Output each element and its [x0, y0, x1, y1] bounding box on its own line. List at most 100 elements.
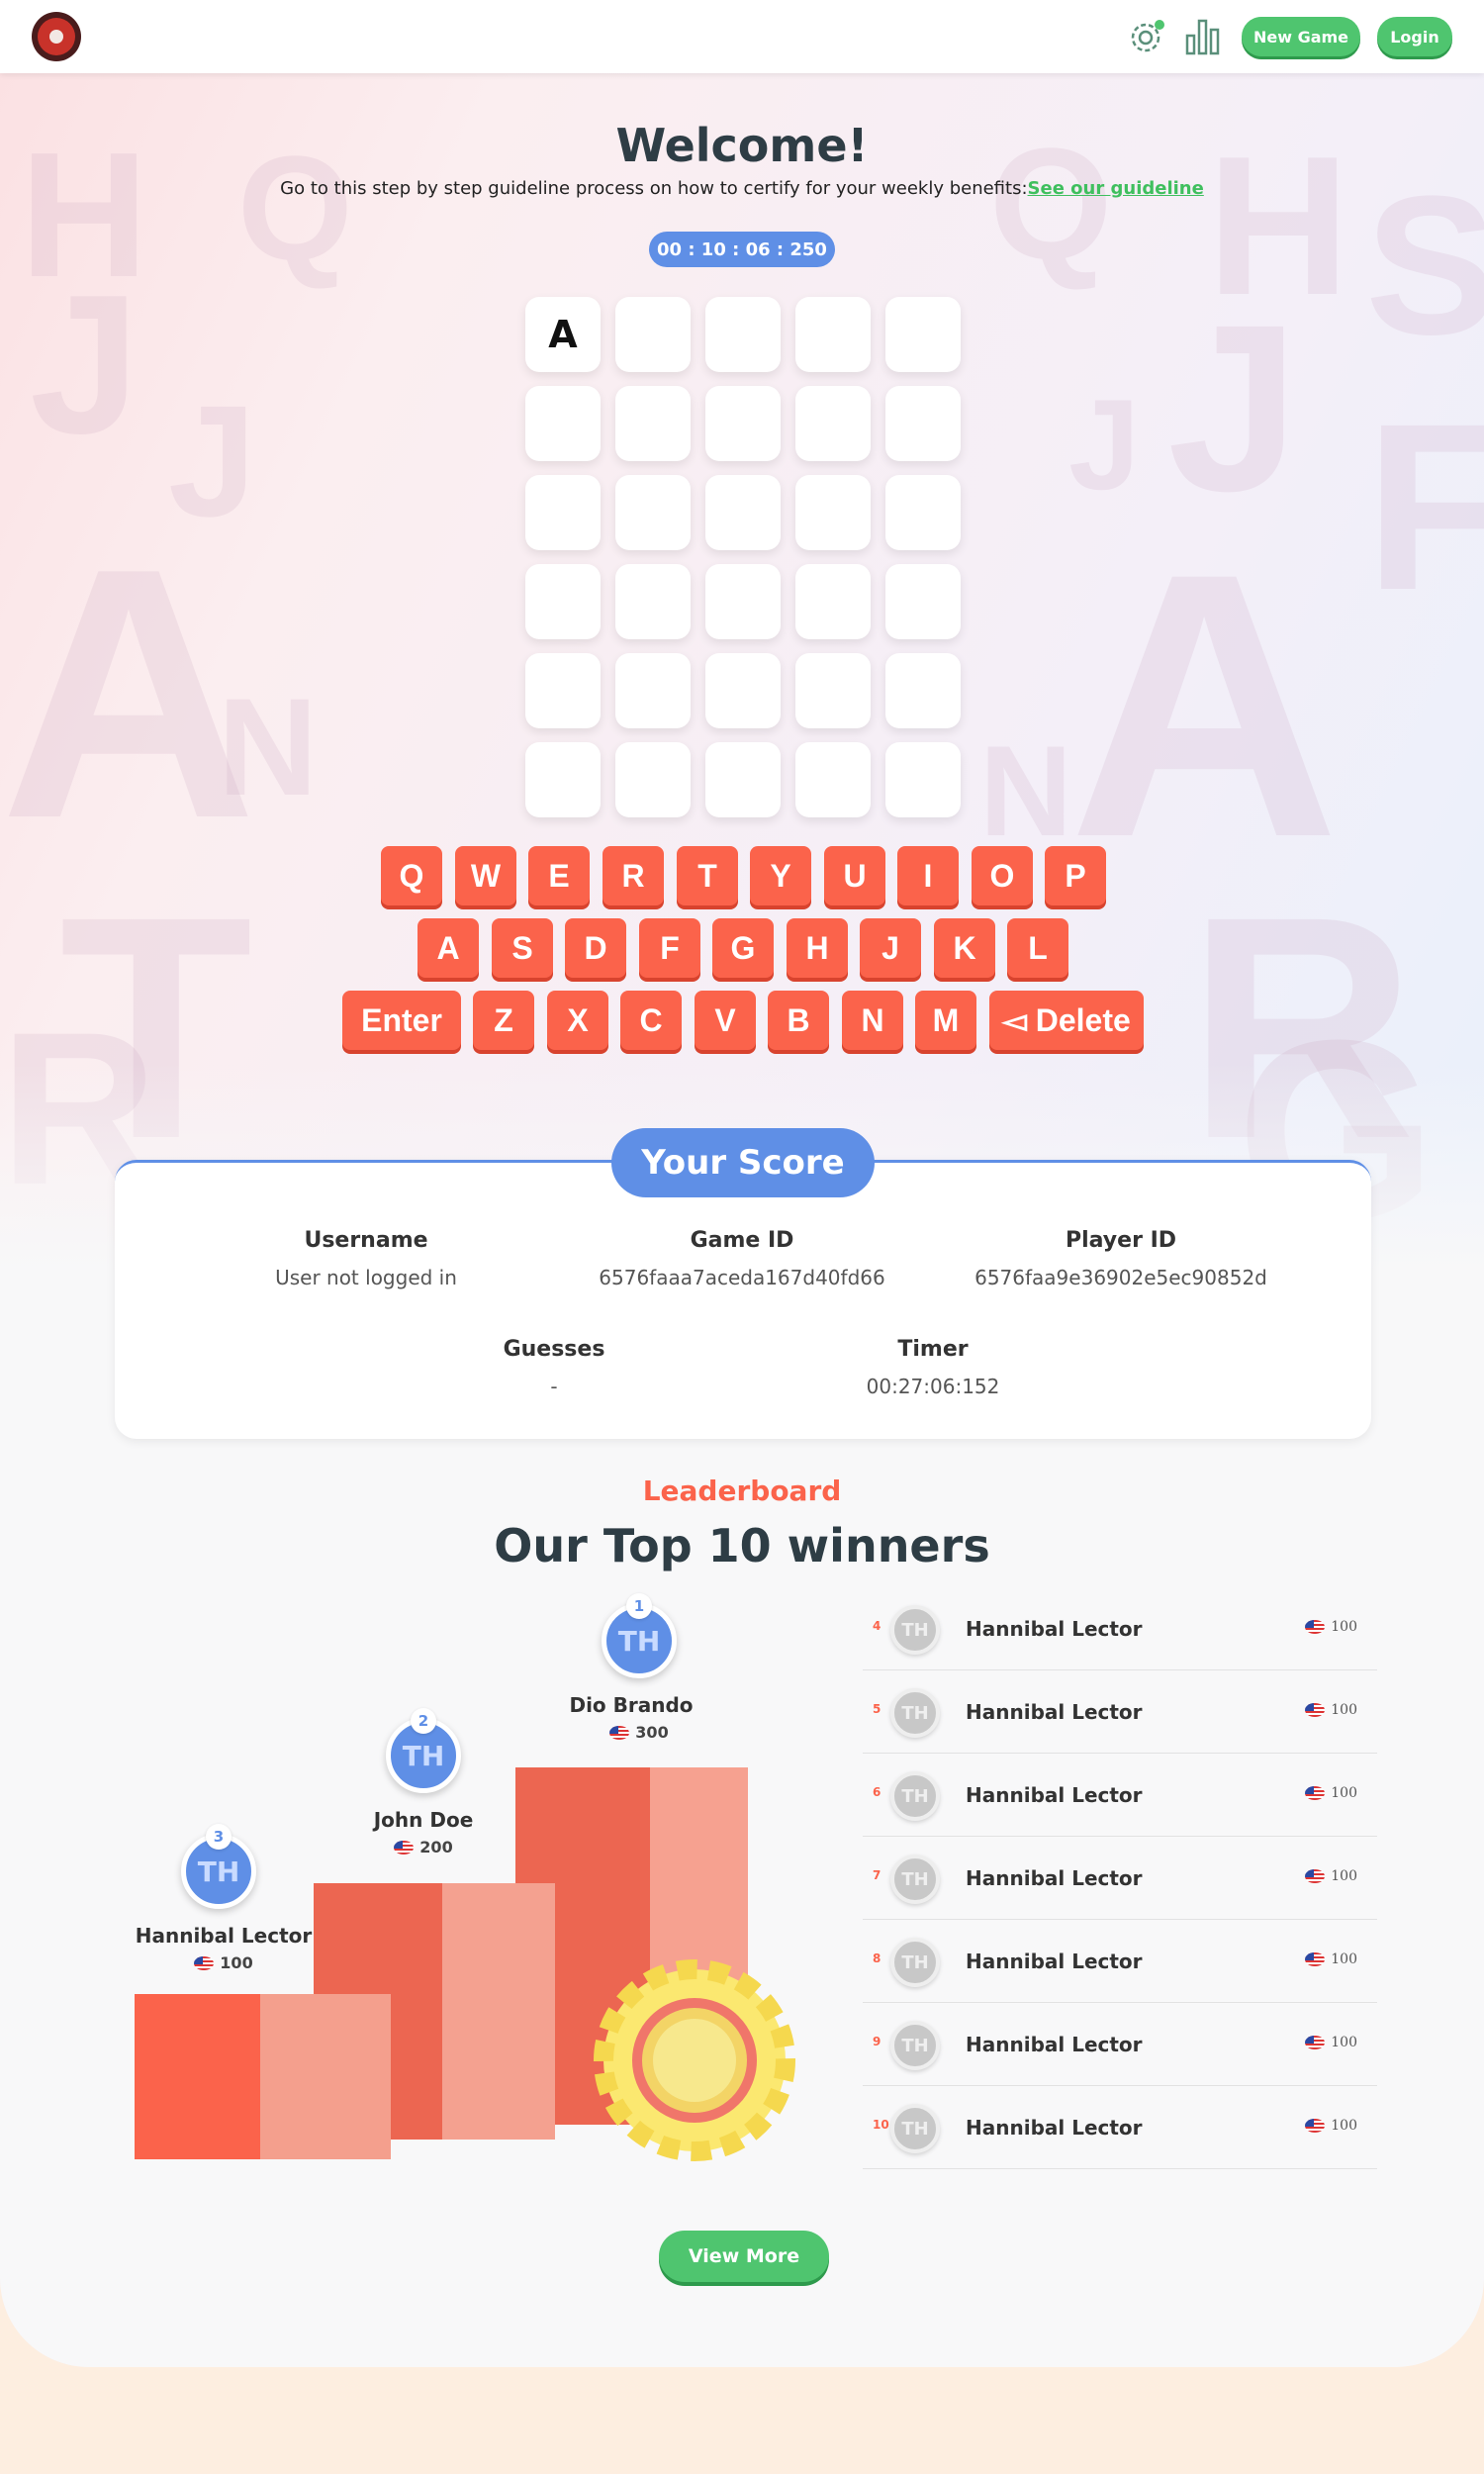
new-game-button[interactable]: New Game	[1242, 17, 1360, 56]
board-tile	[615, 297, 691, 372]
background-letter: N	[979, 718, 1072, 863]
board-tile	[705, 297, 781, 372]
gear-icon[interactable]	[1127, 16, 1168, 57]
key-g[interactable]: G	[712, 918, 774, 978]
key-l[interactable]: L	[1007, 918, 1068, 978]
key-q[interactable]: Q	[381, 846, 442, 905]
board-tile	[795, 742, 871, 817]
key-k[interactable]: K	[934, 918, 995, 978]
board-tile	[615, 475, 691, 550]
board-tile	[795, 475, 871, 550]
row-name: Hannibal Lector	[966, 1950, 1143, 1973]
board-tile	[795, 297, 871, 372]
guideline-link[interactable]: See our guideline	[1028, 178, 1204, 199]
key-u[interactable]: U	[824, 846, 885, 905]
board-tile	[525, 742, 601, 817]
board-tile	[705, 653, 781, 728]
background-letter: F	[1365, 374, 1484, 639]
leaderboard-row[interactable]: 7 TH Hannibal Lector 100	[863, 1837, 1377, 1920]
key-i[interactable]: I	[897, 846, 959, 905]
podium-score-value: 100	[220, 1953, 253, 1972]
rank-badge: 3	[206, 1824, 232, 1850]
board-tile	[705, 386, 781, 461]
us-flag-icon	[1305, 2036, 1326, 2049]
board-tile	[795, 386, 871, 461]
key-p[interactable]: P	[1045, 846, 1106, 905]
row-name: Hannibal Lector	[966, 1783, 1143, 1807]
game-timer: 00 : 10 : 06 : 250	[649, 232, 835, 267]
username-value: User not logged in	[275, 1266, 457, 1289]
rank-badge: 1	[626, 1593, 652, 1619]
gear-badge-icon	[594, 1959, 795, 2161]
us-flag-icon	[609, 1725, 630, 1740]
us-flag-icon	[1305, 2119, 1326, 2133]
leaderboard-row[interactable]: 5 TH Hannibal Lector 100	[863, 1670, 1377, 1754]
view-more-button[interactable]: View More	[659, 2231, 829, 2282]
row-rank: 8	[873, 1951, 881, 1965]
podium-name: John Doe	[373, 1808, 474, 1832]
key-s[interactable]: S	[492, 918, 553, 978]
board-tile	[705, 564, 781, 639]
board-tile	[615, 742, 691, 817]
leaderboard-row[interactable]: 9 TH Hannibal Lector 100	[863, 2003, 1377, 2086]
key-f[interactable]: F	[639, 918, 700, 978]
row-name: Hannibal Lector	[966, 1617, 1143, 1641]
welcome-title: Welcome!	[615, 119, 869, 172]
key-t[interactable]: T	[677, 846, 738, 905]
background-letter: J	[30, 254, 140, 475]
key-y[interactable]: Y	[750, 846, 811, 905]
login-button[interactable]: Login	[1377, 17, 1452, 56]
board-tile	[705, 475, 781, 550]
avatar: TH	[890, 1855, 940, 1904]
key-v[interactable]: V	[695, 991, 756, 1050]
row-score: 100	[1305, 1951, 1357, 1967]
leaderboard-row[interactable]: 8 TH Hannibal Lector 100	[863, 1920, 1377, 2003]
navbar: New Game Login	[0, 0, 1484, 73]
key-m[interactable]: M	[915, 991, 976, 1050]
leaderboard-kicker: Leaderboard	[642, 1475, 842, 1507]
us-flag-icon	[394, 1840, 415, 1855]
row-rank: 5	[873, 1702, 881, 1716]
leaderboard-row[interactable]: 10 TH Hannibal Lector 100	[863, 2086, 1377, 2169]
board-tile: A	[525, 297, 601, 372]
row-score-value: 100	[1331, 1702, 1357, 1718]
podium-score-value: 200	[419, 1838, 453, 1856]
key-d[interactable]: D	[565, 918, 626, 978]
key-o[interactable]: O	[972, 846, 1033, 905]
key-w[interactable]: W	[455, 846, 516, 905]
board-tile	[885, 653, 961, 728]
podium-name: Hannibal Lector	[135, 1924, 313, 1948]
row-score: 100	[1305, 2035, 1357, 2050]
bar-chart-icon[interactable]	[1183, 16, 1225, 57]
key-r[interactable]: R	[603, 846, 664, 905]
avatar: TH	[890, 1938, 940, 1987]
key-n[interactable]: N	[842, 991, 903, 1050]
key-delete[interactable]: ◅ Delete	[989, 991, 1144, 1050]
key-b[interactable]: B	[768, 991, 829, 1050]
welcome-subtitle-text: Go to this step by step guideline proces…	[280, 178, 1028, 199]
us-flag-icon	[1305, 1869, 1326, 1883]
key-x[interactable]: X	[547, 991, 608, 1050]
board-tile	[885, 297, 961, 372]
key-a[interactable]: A	[417, 918, 479, 978]
board-tile	[615, 653, 691, 728]
avatar: TH	[890, 1771, 940, 1821]
row-name: Hannibal Lector	[966, 2033, 1143, 2056]
us-flag-icon	[1305, 1703, 1326, 1717]
leaderboard-row[interactable]: 4 TH Hannibal Lector 100	[863, 1587, 1377, 1670]
rank-badge: 2	[411, 1708, 436, 1734]
avatar: TH	[890, 1688, 940, 1738]
timer-label: Timer	[897, 1337, 969, 1362]
welcome-subtitle: Go to this step by step guideline proces…	[0, 178, 1484, 199]
row-score-value: 100	[1331, 1619, 1357, 1635]
key-enter[interactable]: Enter	[342, 991, 461, 1050]
guesses-value: -	[550, 1375, 558, 1398]
key-h[interactable]: H	[787, 918, 848, 978]
app-logo[interactable]	[32, 12, 81, 61]
key-j[interactable]: J	[860, 918, 921, 978]
key-c[interactable]: C	[620, 991, 682, 1050]
leaderboard-row[interactable]: 6 TH Hannibal Lector 100	[863, 1754, 1377, 1837]
board-tile	[885, 386, 961, 461]
key-z[interactable]: Z	[473, 991, 534, 1050]
key-e[interactable]: E	[528, 846, 590, 905]
